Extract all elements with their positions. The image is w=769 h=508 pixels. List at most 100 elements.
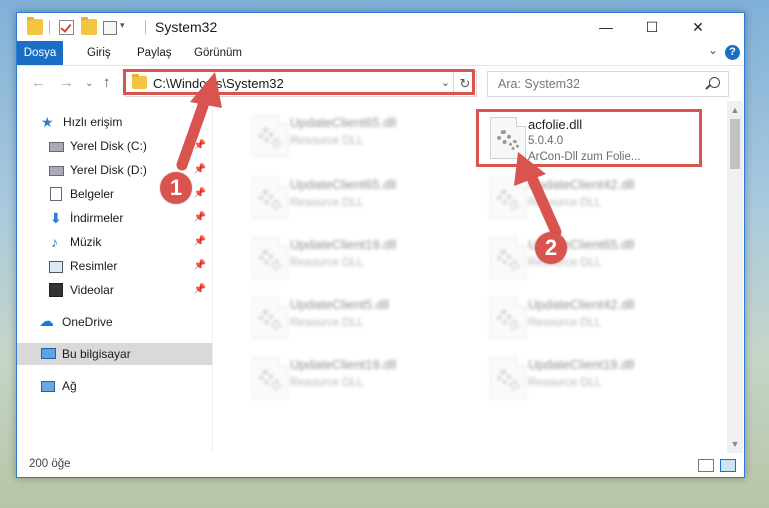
help-icon[interactable]: ? [725,45,740,60]
chevron-down-icon[interactable]: ⌄ [708,43,718,57]
sidebar-item-network[interactable]: Ağ [17,375,212,397]
folder-icon [132,74,147,89]
sidebar-item-label: Müzik [70,235,102,249]
computer-icon [41,348,56,359]
sidebar-item-onedrive[interactable]: ☁ OneDrive [17,311,212,333]
search-input[interactable]: Ara: System32 [487,71,729,97]
tab-share[interactable]: Paylaş [125,41,184,65]
chevron-down-icon[interactable]: ⌄ [441,76,450,89]
sidebar-item-music[interactable]: ♪ Müzik 📌 [17,231,212,253]
recent-locations-chevron-icon[interactable]: ⌄ [85,78,93,89]
videos-icon [49,283,63,297]
close-button[interactable]: ✕ [675,13,721,41]
sidebar-item-local-disk-c[interactable]: Yerel Disk (C:) 📌 [17,135,212,157]
title-bar: ▾ System32 — ☐ ✕ [17,13,744,41]
download-icon: ⬇ [50,210,62,226]
dll-file-icon [490,177,526,219]
pin-icon[interactable]: 📌 [194,135,206,157]
sidebar-item-pictures[interactable]: Resimler 📌 [17,255,212,277]
cloud-icon: ☁ [39,313,54,330]
sidebar-item-this-pc[interactable]: Bu bilgisayar [17,343,212,365]
sidebar-item-videos[interactable]: Videolar 📌 [17,279,212,301]
back-arrow-icon[interactable]: ← [31,74,46,91]
maximize-button[interactable]: ☐ [629,13,675,41]
chevron-down-icon[interactable]: ▾ [120,20,125,31]
scrollbar-thumb[interactable] [730,119,740,169]
sidebar-item-quick-access[interactable]: ★ Hızlı erişim [17,111,212,133]
music-icon: ♪ [51,234,58,250]
sidebar-item-label: OneDrive [62,315,113,329]
scroll-down-icon[interactable]: ▼ [727,437,743,451]
up-arrow-icon[interactable]: ↑ [103,74,111,91]
sidebar-item-label: Ağ [62,379,77,393]
file-name: UpdateClient19.dll [290,237,397,252]
file-name: UpdateClient42.dll [528,297,635,312]
search-icon[interactable] [709,77,720,88]
folder-icon [27,17,43,35]
address-bar[interactable]: C:\Windows\System32 ⌄ ↻ [125,71,477,97]
item-count: 200 öğe [29,458,71,470]
minimize-button[interactable]: — [583,13,629,41]
dll-file-icon [490,117,526,159]
file-type: Resource DLL [528,197,602,209]
pin-icon[interactable]: 📌 [194,279,206,301]
pin-icon[interactable]: 📌 [194,183,206,205]
refresh-icon[interactable]: ↻ [453,72,476,96]
vertical-scrollbar[interactable]: ▲ ▼ [727,101,743,453]
details-view-icon[interactable] [698,459,714,472]
file-item[interactable]: UpdateClient65.dll Resource DLL [478,231,708,283]
file-name: UpdateClient65.dll [290,115,397,130]
forward-arrow-icon[interactable]: → [59,74,74,91]
file-item[interactable]: UpdateClient65.dll Resource DLL [240,171,470,223]
file-type: Resource DLL [528,377,602,389]
sidebar-item-label: Belgeler [70,187,115,201]
file-item[interactable]: UpdateClient19.dll Resource DLL [478,351,708,403]
tab-file[interactable]: Dosya [17,41,63,65]
file-name: acfolie.dll [528,117,583,132]
step-1-badge: 1 [160,172,192,204]
pane-splitter[interactable] [212,101,213,453]
ribbon-tabs: Dosya Giriş Paylaş Görünüm ⌄ ? [17,41,744,66]
customize-toolbar-icon[interactable] [103,21,117,35]
explorer-window: ▾ System32 — ☐ ✕ Dosya Giriş Paylaş Görü… [16,12,745,478]
scroll-up-icon[interactable]: ▲ [727,103,743,117]
sidebar-item-label: Yerel Disk (C:) [70,139,147,153]
tab-home[interactable]: Giriş [75,41,123,65]
file-item[interactable]: UpdateClient5.dll Resource DLL [240,291,470,343]
file-version: 5.0.4.0 [528,135,564,147]
file-type: Resource DLL [290,257,364,269]
address-path[interactable]: C:\Windows\System32 [153,76,284,91]
file-list: UpdateClient65.dll Resource DLL UpdateCl… [222,101,727,453]
dll-file-icon [490,357,526,399]
file-item[interactable]: UpdateClient42.dll Resource DLL [478,291,708,343]
dll-file-icon [252,357,288,399]
sidebar-item-label: Hızlı erişim [63,115,123,129]
pin-icon[interactable]: 📌 [194,231,206,253]
file-description: ArCon-Dll zum Folie... [528,151,641,163]
sidebar-item-label: Resimler [70,259,118,273]
sidebar-item-label: İndirmeler [70,211,124,225]
disk-icon [49,142,64,152]
tiles-view-icon[interactable] [720,459,736,472]
pin-icon[interactable]: 📌 [194,255,206,277]
star-icon: ★ [41,114,54,130]
document-icon [50,187,62,201]
file-item[interactable]: UpdateClient19.dll Resource DLL [240,231,470,283]
status-bar: 200 öğe [17,453,744,477]
file-item-acfolie-dll[interactable]: acfolie.dll 5.0.4.0 ArCon-Dll zum Folie.… [478,111,708,163]
file-type: Resource DLL [290,197,364,209]
file-name: UpdateClient5.dll [290,297,390,312]
checkmark-properties-icon[interactable] [59,20,74,35]
search-placeholder: Ara: System32 [498,77,580,91]
pin-icon[interactable]: 📌 [194,159,206,181]
file-item[interactable]: UpdateClient42.dll Resource DLL [478,171,708,223]
dll-file-icon [252,237,288,279]
new-folder-icon[interactable] [81,17,97,35]
dll-file-icon [252,177,288,219]
tab-view[interactable]: Görünüm [182,41,254,65]
pin-icon[interactable]: 📌 [194,207,206,229]
sidebar-item-downloads[interactable]: ⬇ İndirmeler 📌 [17,207,212,229]
file-item[interactable]: UpdateClient19.dll Resource DLL [240,351,470,403]
file-item[interactable]: UpdateClient65.dll Resource DLL [240,109,470,161]
file-type: Resource DLL [528,317,602,329]
